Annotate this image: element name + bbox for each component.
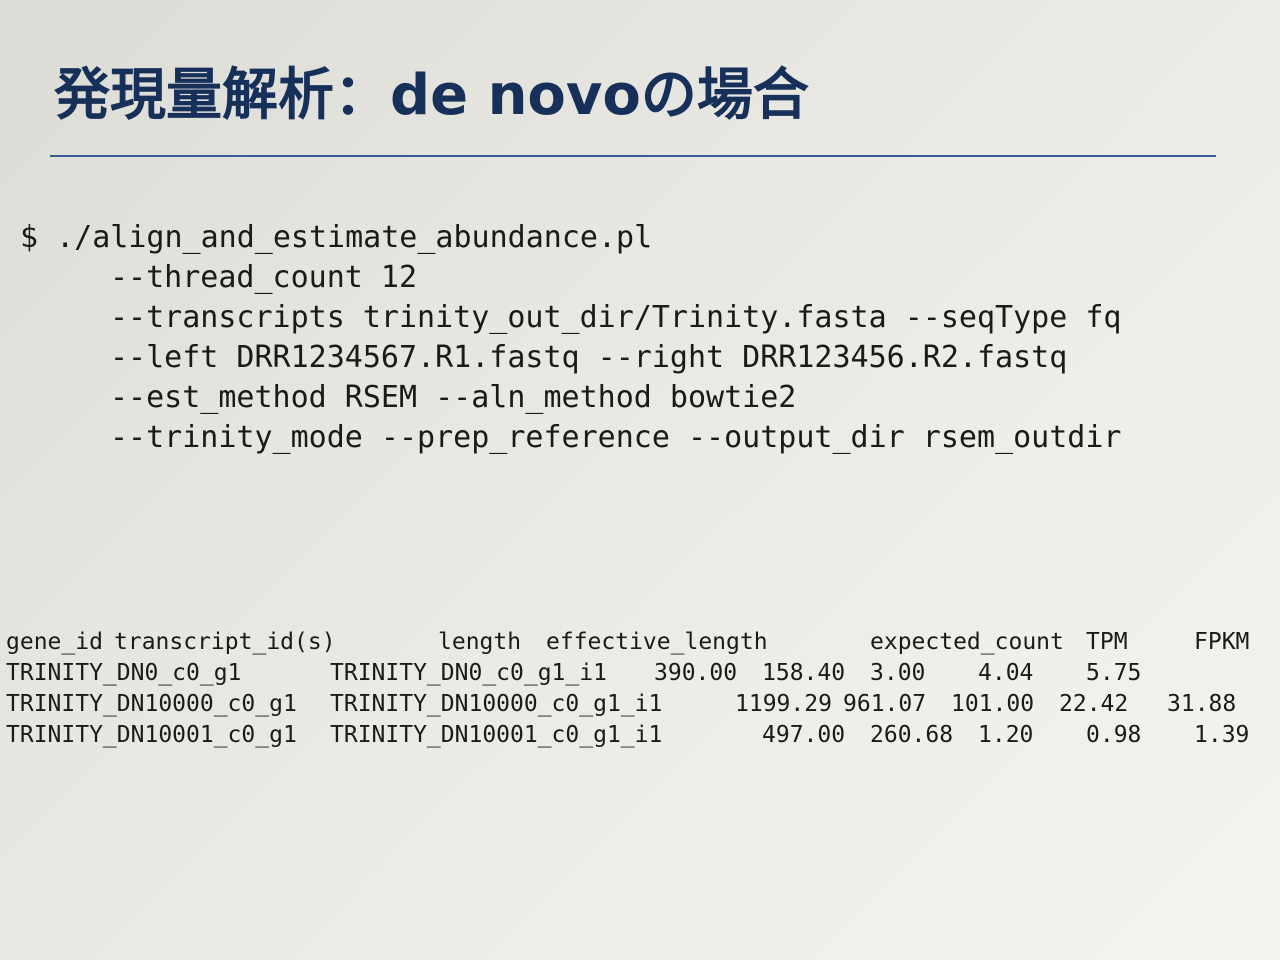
output-table: gene_id transcript_id(s) length effectiv… — [6, 627, 1266, 751]
cell-length: 1199.29 — [735, 691, 832, 717]
header-gene-id: gene_id — [6, 629, 103, 655]
cell-tpm: 22.42 — [1059, 691, 1129, 717]
cell-length: 497.00 — [762, 722, 846, 748]
command-option-line: --est_method RSEM --aln_method bowtie2 — [110, 380, 797, 415]
cell-gene-id: TRINITY_DN0_c0_g1 — [6, 660, 242, 686]
cell-fpkm: 1.39 — [1194, 722, 1250, 748]
cell-gene-id: TRINITY_DN10000_c0_g1 — [6, 691, 297, 717]
table-row: TRINITY_DN10001_c0_g1 TRINITY_DN10001_c0… — [6, 720, 1266, 751]
table-row: TRINITY_DN0_c0_g1 TRINITY_DN0_c0_g1_i1 3… — [6, 658, 1266, 689]
command-option-line: --left DRR1234567.R1.fastq --right DRR12… — [110, 340, 1068, 375]
cell-fpkm: 5.75 — [1086, 660, 1142, 686]
command-option-line: --trinity_mode --prep_reference --output… — [110, 420, 1122, 455]
cell-effective-length: 961.07 — [843, 691, 927, 717]
command-block: $ ./align_and_estimate_abundance.pl --th… — [20, 218, 1121, 458]
cell-tpm: 4.04 — [978, 660, 1034, 686]
cell-effective-length: 260.68 — [870, 722, 954, 748]
cell-gene-id: TRINITY_DN10001_c0_g1 — [6, 722, 297, 748]
header-fpkm: FPKM — [1194, 629, 1250, 655]
command-option-line: --transcripts trinity_out_dir/Trinity.fa… — [110, 300, 1122, 335]
header-tpm: TPM — [1086, 629, 1128, 655]
cell-transcript-ids: TRINITY_DN10000_c0_g1_i1 — [330, 691, 663, 717]
header-length: length — [438, 629, 522, 655]
cell-transcript-ids: TRINITY_DN10001_c0_g1_i1 — [330, 722, 663, 748]
command-line: $ ./align_and_estimate_abundance.pl — [20, 220, 653, 255]
cell-expected-count: 3.00 — [870, 660, 926, 686]
cell-fpkm: 31.88 — [1167, 691, 1237, 717]
cell-expected-count: 101.00 — [951, 691, 1035, 717]
command-option-line: --thread_count 12 — [110, 260, 418, 295]
cell-expected-count: 1.20 — [978, 722, 1034, 748]
slide-title: 発現量解析：de novoの場合 — [54, 63, 809, 128]
cell-tpm: 0.98 — [1086, 722, 1142, 748]
header-transcript-ids: transcript_id(s) — [114, 629, 336, 655]
cell-effective-length: 158.40 — [762, 660, 846, 686]
table-header-row: gene_id transcript_id(s) length effectiv… — [6, 627, 1266, 658]
title-divider — [50, 155, 1216, 157]
table-row: TRINITY_DN10000_c0_g1 TRINITY_DN10000_c0… — [6, 689, 1266, 720]
cell-transcript-ids: TRINITY_DN0_c0_g1_i1 — [330, 660, 607, 686]
header-effective-length: effective_length — [546, 629, 768, 655]
cell-length: 390.00 — [654, 660, 738, 686]
header-expected-count: expected_count — [870, 629, 1064, 655]
